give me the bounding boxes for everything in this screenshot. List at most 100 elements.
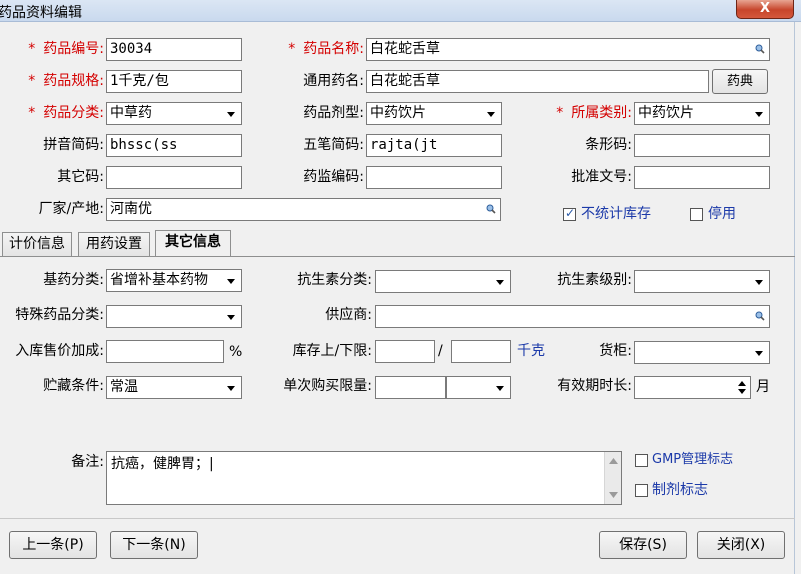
other-code-input[interactable] [106, 166, 242, 189]
tab-pricing-info[interactable]: 计价信息 [2, 232, 72, 256]
belongs-category-value: 中药饮片 [638, 105, 694, 121]
supervision-code-label: 药监编码: [303, 169, 364, 185]
purchase-limit-unit-select[interactable] [446, 376, 511, 399]
next-button[interactable]: 下一条(N) [110, 531, 198, 559]
special-class-select[interactable] [106, 305, 242, 328]
other-code-label: 其它码: [57, 169, 104, 185]
no-stock-checkbox[interactable] [563, 206, 576, 221]
storage-label: 贮藏条件: [43, 378, 104, 394]
no-stock-label[interactable]: 不统计库存 [581, 203, 651, 225]
chevron-down-icon [487, 112, 495, 117]
essential-drug-select[interactable]: 省增补基本药物 [106, 269, 242, 292]
chevron-down-icon [496, 280, 504, 285]
antibiotic-level-select[interactable] [634, 270, 770, 293]
scroll-down-icon[interactable] [609, 492, 618, 498]
drug-name-label: * 药品名称: [288, 41, 364, 57]
barcode-input[interactable] [634, 134, 770, 157]
approval-number-input[interactable] [634, 166, 770, 189]
chevron-down-icon [227, 315, 235, 320]
remarks-scrollbar[interactable] [604, 452, 621, 504]
stock-lower-input[interactable] [451, 340, 511, 363]
gmp-checkbox[interactable] [635, 454, 648, 467]
drug-category-select[interactable]: 中草药 [106, 102, 242, 125]
title-bar: 药品资料编辑 [0, 0, 801, 22]
manufacturer-value: 河南优 [110, 201, 152, 217]
dialog-body: * 药品编号: 30034 * 药品名称: 白花蛇舌草 * 药品规格: 1千克/包 通… [0, 22, 795, 574]
drug-code-input[interactable]: 30034 [106, 38, 242, 61]
manufacturer-label: 厂家/产地: [38, 201, 104, 217]
wubi-code-label: 五笔简码: [303, 137, 364, 153]
drug-name-input[interactable]: 白花蛇舌草 [366, 38, 770, 61]
tab-divider [0, 256, 795, 257]
cabinet-label: 货柜: [599, 343, 632, 359]
common-name-input[interactable]: 白花蛇舌草 [366, 70, 709, 93]
chevron-down-icon [227, 386, 235, 391]
remarks-value: 抗癌，健脾胃；| [111, 456, 214, 472]
chevron-down-icon [755, 112, 763, 117]
close-button[interactable]: 关闭(X) [697, 531, 785, 559]
preparation-checkbox[interactable] [635, 484, 648, 497]
chevron-down-icon [755, 280, 763, 285]
disabled-checkbox[interactable] [690, 208, 703, 221]
prev-button[interactable]: 上一条(P) [9, 531, 97, 559]
stock-limit-label: 库存上/下限: [292, 343, 372, 359]
pinyin-code-input[interactable]: bhssc(ss [106, 134, 242, 157]
supplier-input[interactable] [375, 305, 770, 328]
dosage-form-select[interactable]: 中药饮片 [366, 102, 502, 125]
disabled-label[interactable]: 停用 [708, 203, 736, 225]
tab-medication-settings[interactable]: 用药设置 [78, 232, 150, 256]
stock-limit-separator: / [438, 343, 443, 359]
drug-name-value: 白花蛇舌草 [370, 41, 440, 57]
antibiotic-class-label: 抗生素分类: [297, 272, 372, 288]
dosage-form-label: 药品剂型: [303, 105, 364, 121]
chevron-down-icon [227, 279, 235, 284]
remarks-textarea[interactable]: 抗癌，健脾胃；| [106, 451, 622, 505]
common-name-label: 通用药名: [303, 73, 364, 89]
dosage-form-value: 中药饮片 [370, 105, 426, 121]
approval-number-label: 批准文号: [571, 169, 632, 185]
purchase-limit-input[interactable] [375, 376, 446, 399]
markup-unit: % [229, 344, 243, 360]
save-button[interactable]: 保存(S) [599, 531, 687, 559]
markup-input[interactable] [106, 340, 224, 363]
gmp-label[interactable]: GMP管理标志 [652, 449, 733, 471]
scroll-up-icon[interactable] [609, 458, 618, 464]
markup-label: 入库售价加成: [15, 343, 104, 359]
tab-other-info[interactable]: 其它信息 [155, 230, 231, 256]
window-title: 药品资料编辑 [0, 5, 82, 21]
pharmacopoeia-button[interactable]: 药典 [712, 69, 768, 94]
supplier-label: 供应商: [325, 307, 372, 323]
storage-select[interactable]: 常温 [106, 376, 242, 399]
shelf-life-unit: 月 [756, 379, 770, 395]
drug-category-label: * 药品分类: [28, 105, 104, 121]
storage-value: 常温 [110, 379, 138, 395]
search-icon[interactable] [486, 204, 496, 214]
shelf-life-input[interactable] [634, 376, 751, 399]
drug-spec-label: * 药品规格: [28, 73, 104, 89]
antibiotic-class-select[interactable] [375, 270, 511, 293]
wubi-code-input[interactable]: rajta(jt [366, 134, 502, 157]
cabinet-select[interactable] [634, 341, 770, 364]
special-class-label: 特殊药品分类: [15, 307, 104, 323]
search-icon[interactable] [755, 44, 765, 54]
manufacturer-input[interactable]: 河南优 [106, 198, 501, 221]
stock-upper-input[interactable] [375, 340, 435, 363]
belongs-category-select[interactable]: 中药饮片 [634, 102, 770, 125]
purchase-limit-label: 单次购买限量: [283, 378, 372, 394]
shelf-life-label: 有效期时长: [557, 378, 632, 394]
essential-drug-value: 省增补基本药物 [110, 272, 208, 288]
chevron-down-icon [227, 112, 235, 117]
remarks-label: 备注: [71, 454, 104, 470]
footer-divider [0, 518, 795, 519]
essential-drug-label: 基药分类: [43, 272, 104, 288]
belongs-category-label: * 所属类别: [556, 105, 632, 121]
preparation-label[interactable]: 制剂标志 [652, 479, 708, 501]
drug-category-value: 中草药 [110, 105, 152, 121]
chevron-down-icon [496, 386, 504, 391]
pinyin-code-label: 拼音简码: [43, 137, 104, 153]
supervision-code-input[interactable] [366, 166, 502, 189]
search-icon[interactable] [755, 311, 765, 321]
spinner-icon[interactable] [737, 379, 747, 396]
window-close-button[interactable]: X [736, 0, 794, 19]
drug-spec-input[interactable]: 1千克/包 [106, 70, 242, 93]
